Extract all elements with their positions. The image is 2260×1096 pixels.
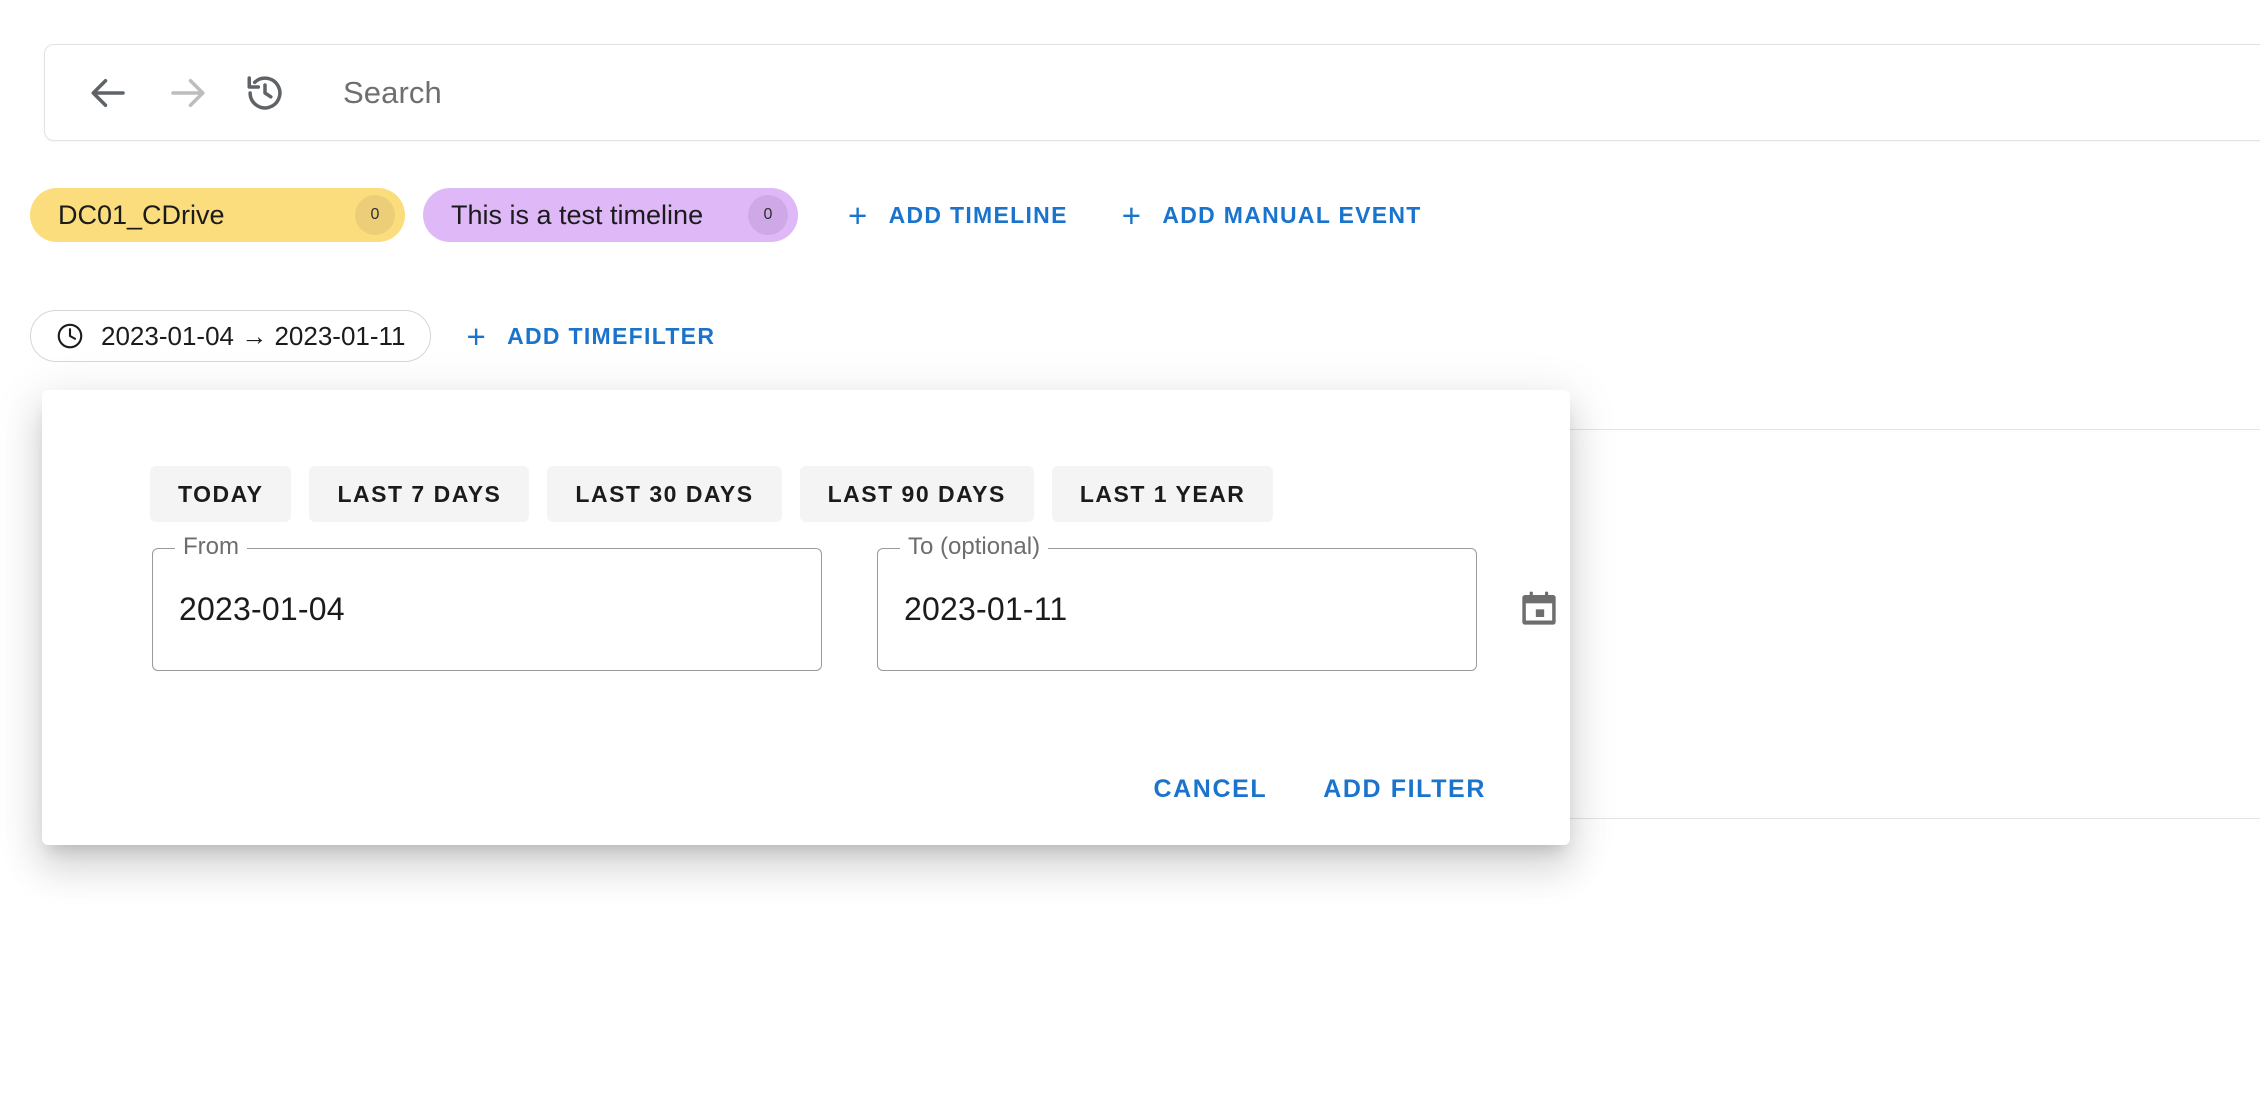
arrow-forward-icon[interactable]: [159, 65, 215, 121]
history-icon[interactable]: [237, 65, 293, 121]
arrow-back-icon[interactable]: [81, 65, 137, 121]
cancel-button[interactable]: CANCEL: [1139, 765, 1281, 813]
from-date-value[interactable]: 2023-01-04: [179, 591, 345, 628]
preset-today-button[interactable]: TODAY: [150, 466, 292, 522]
timefilter-chip-label: 2023-01-04 → 2023-01-11: [101, 320, 406, 351]
timefilter-dialog: TODAY LAST 7 DAYS LAST 30 DAYS LAST 90 D…: [42, 390, 1570, 845]
to-date-field[interactable]: To (optional) 2023-01-11: [877, 535, 1477, 671]
plus-icon: +: [1121, 196, 1143, 234]
to-date-value[interactable]: 2023-01-11: [904, 591, 1067, 628]
add-timeline-button[interactable]: + ADD TIMELINE: [834, 191, 1082, 239]
date-range-fields: From 2023-01-04 To (optional) 2023-01-11: [152, 535, 1571, 671]
timeline-chip-test-timeline[interactable]: This is a test timeline 0: [423, 188, 798, 242]
plus-icon: +: [466, 317, 488, 355]
add-timeline-label: ADD TIMELINE: [888, 201, 1068, 228]
clock-icon: [55, 321, 85, 351]
timeline-chip-row: DC01_CDrive 0 This is a test timeline 0 …: [30, 188, 1436, 242]
search-bar[interactable]: Search: [44, 44, 2260, 141]
from-date-field[interactable]: From 2023-01-04: [152, 535, 822, 671]
preset-last-7-days-button[interactable]: LAST 7 DAYS: [309, 466, 530, 522]
timefilter-chip[interactable]: 2023-01-04 → 2023-01-11: [30, 310, 431, 362]
dialog-action-buttons: CANCEL ADD FILTER: [1139, 765, 1500, 813]
add-timefilter-button[interactable]: + ADD TIMEFILTER: [453, 312, 730, 360]
add-timefilter-label: ADD TIMEFILTER: [507, 322, 716, 349]
timeline-chip-dc01-cdrive[interactable]: DC01_CDrive 0: [30, 188, 405, 242]
add-manual-event-button[interactable]: + ADD MANUAL EVENT: [1108, 191, 1436, 239]
to-field-label: To (optional): [900, 535, 1049, 559]
search-input[interactable]: Search: [343, 75, 442, 111]
preset-last-90-days-button[interactable]: LAST 90 DAYS: [799, 466, 1034, 522]
add-manual-event-label: ADD MANUAL EVENT: [1162, 201, 1422, 228]
chip-label: This is a test timeline: [451, 199, 704, 230]
plus-icon: +: [848, 196, 869, 234]
timefilter-row: 2023-01-04 → 2023-01-11 + ADD TIMEFILTER: [30, 310, 729, 362]
add-filter-button[interactable]: ADD FILTER: [1309, 765, 1500, 813]
preset-range-buttons: TODAY LAST 7 DAYS LAST 30 DAYS LAST 90 D…: [150, 466, 1291, 522]
chip-count-badge: 0: [748, 195, 788, 235]
calendar-icon-button[interactable]: [1507, 578, 1571, 642]
preset-last-1-year-button[interactable]: LAST 1 YEAR: [1051, 466, 1274, 522]
calendar-icon: [1519, 589, 1559, 632]
chip-label: DC01_CDrive: [58, 199, 225, 230]
preset-last-30-days-button[interactable]: LAST 30 DAYS: [547, 466, 782, 522]
from-field-label: From: [175, 535, 247, 559]
chip-count-badge: 0: [355, 195, 395, 235]
